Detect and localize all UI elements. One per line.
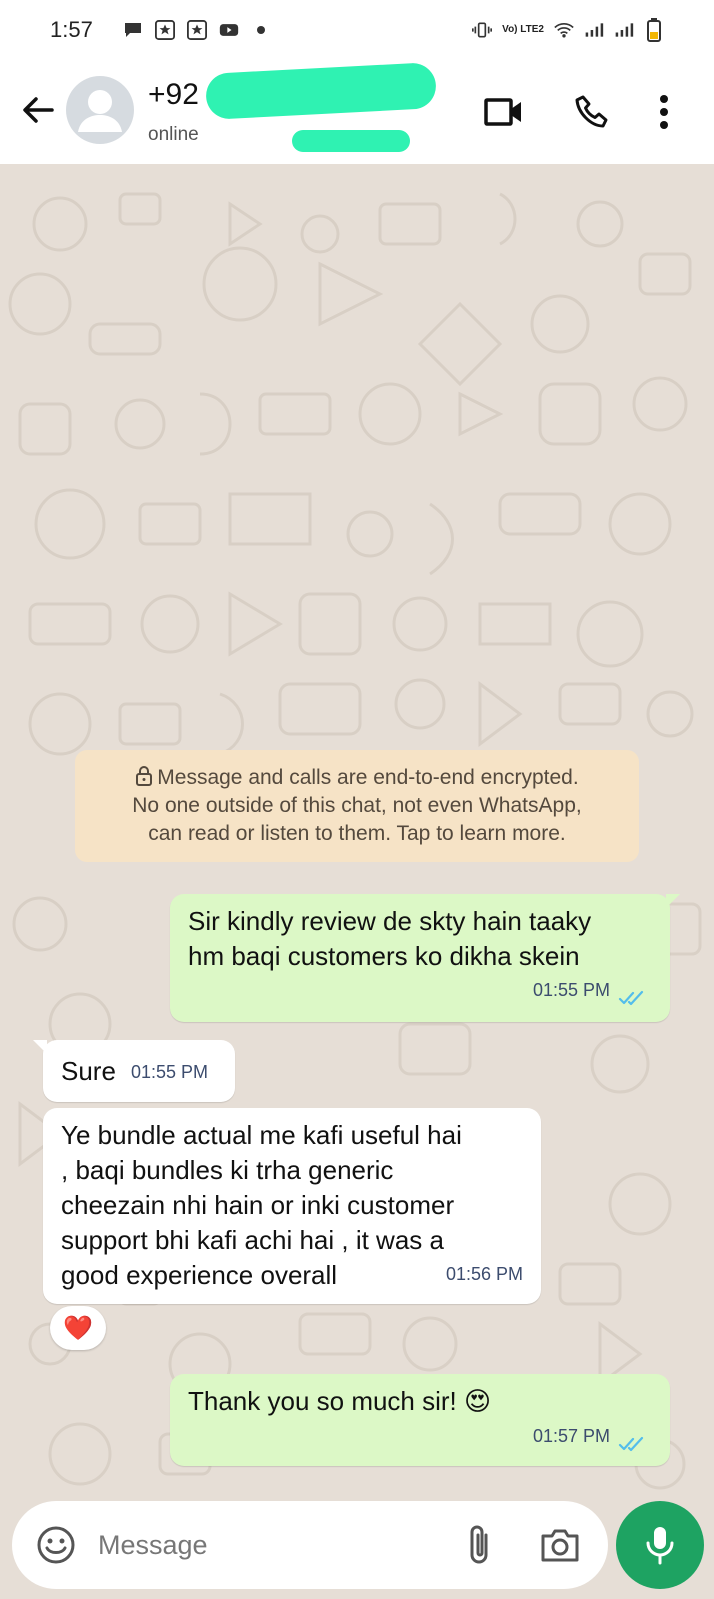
redaction-mark: [204, 62, 438, 120]
video-call-button[interactable]: [480, 88, 528, 136]
status-bar: 1:57 Vo) LTE2: [0, 0, 714, 60]
avatar-placeholder-icon: [78, 90, 122, 132]
incoming-message-bubble[interactable]: Ye bundle actual me kafi useful hai , ba…: [43, 1108, 541, 1304]
message-time: 01:55 PM: [131, 1062, 209, 1082]
attach-button[interactable]: [460, 1523, 500, 1567]
message-line: hm baqi customers ko dikha skein: [188, 941, 580, 971]
avatar[interactable]: [66, 76, 134, 144]
message-time: 01:55 PM: [532, 980, 610, 1000]
contact-status: online: [148, 124, 199, 145]
more-notifications-dot-icon: [251, 20, 271, 40]
back-button[interactable]: [18, 90, 58, 130]
outgoing-message-bubble[interactable]: Sir kindly review de skty hain taaky hm …: [170, 894, 680, 1022]
back-arrow-icon: [23, 97, 54, 123]
status-time: 1:57: [50, 17, 93, 42]
message-time: 01:57 PM: [532, 1426, 610, 1446]
incoming-message-bubble[interactable]: Sure 01:55 PM: [33, 1040, 235, 1102]
signal-icon-1: [584, 20, 604, 40]
message-line: Sure: [61, 1056, 116, 1086]
message-line: Ye bundle actual me kafi useful hai: [61, 1120, 462, 1150]
attach-icon: [470, 1525, 488, 1564]
encryption-text-1: Message and calls are end-to-end encrypt…: [157, 766, 579, 789]
chat-area[interactable]: Message and calls are end-to-end encrypt…: [0, 164, 714, 1499]
contact-name[interactable]: +92: [148, 78, 199, 112]
youtube-notification-icon: [219, 20, 239, 40]
reaction-emoji: ❤️: [63, 1314, 93, 1342]
outgoing-message-bubble[interactable]: Thank you so much sir! 😍 01:57 PM: [170, 1374, 670, 1466]
mic-icon: [646, 1527, 674, 1565]
more-options-button[interactable]: [640, 88, 688, 136]
battery-icon: [644, 18, 664, 42]
camera-icon: [541, 1529, 579, 1562]
wifi-icon: [554, 20, 574, 40]
redaction-mark-2: [292, 130, 410, 152]
message-line: Thank you so much sir! 😍: [188, 1386, 492, 1416]
message-input-container: [12, 1501, 608, 1589]
heart-reaction-badge[interactable]: ❤️: [50, 1306, 106, 1350]
message-line: cheezain nhi hain or inki customer: [61, 1190, 455, 1220]
message-line: , baqi bundles ki trha generic: [61, 1155, 394, 1185]
bubble-tail: [666, 894, 680, 908]
message-composer: [0, 1499, 714, 1599]
message-line: Sir kindly review de skty hain taaky: [188, 906, 592, 936]
status-right: Vo) LTE2: [472, 18, 664, 42]
camera-button[interactable]: [538, 1523, 582, 1567]
message-line: support bhi kafi achi hai , it was a: [61, 1225, 444, 1255]
voice-message-button[interactable]: [616, 1501, 704, 1589]
emoji-button[interactable]: [34, 1523, 78, 1567]
double-check-icon: [618, 990, 644, 1006]
app-notification-icon: [154, 20, 175, 40]
bubble-tail: [33, 1040, 47, 1054]
encryption-line-3: can read or listen to them. Tap to learn…: [148, 822, 566, 845]
emoji-icon: [37, 1526, 75, 1564]
phone-icon: [575, 95, 608, 128]
double-check-icon: [618, 1436, 644, 1452]
chat-header: +92 online: [0, 60, 714, 164]
encryption-line-1: Message and calls are end-to-end encrypt…: [93, 764, 621, 792]
app-notification-icon-2: [186, 20, 207, 40]
video-call-icon: [484, 98, 521, 126]
vibrate-icon: [472, 20, 493, 40]
status-left: 1:57: [50, 17, 271, 43]
chat-notification-icon: [123, 20, 143, 40]
encryption-notice[interactable]: Message and calls are end-to-end encrypt…: [75, 750, 639, 862]
lock-icon: [136, 766, 153, 786]
encryption-line-2: No one outside of this chat, not even Wh…: [132, 794, 582, 817]
more-vert-icon: [660, 95, 668, 129]
voice-call-button[interactable]: [568, 88, 616, 136]
volte-label: Vo) LTE2: [502, 24, 544, 35]
message-time: 01:56 PM: [445, 1264, 523, 1284]
message-input[interactable]: [98, 1523, 438, 1567]
signal-icon-2: [614, 20, 634, 40]
